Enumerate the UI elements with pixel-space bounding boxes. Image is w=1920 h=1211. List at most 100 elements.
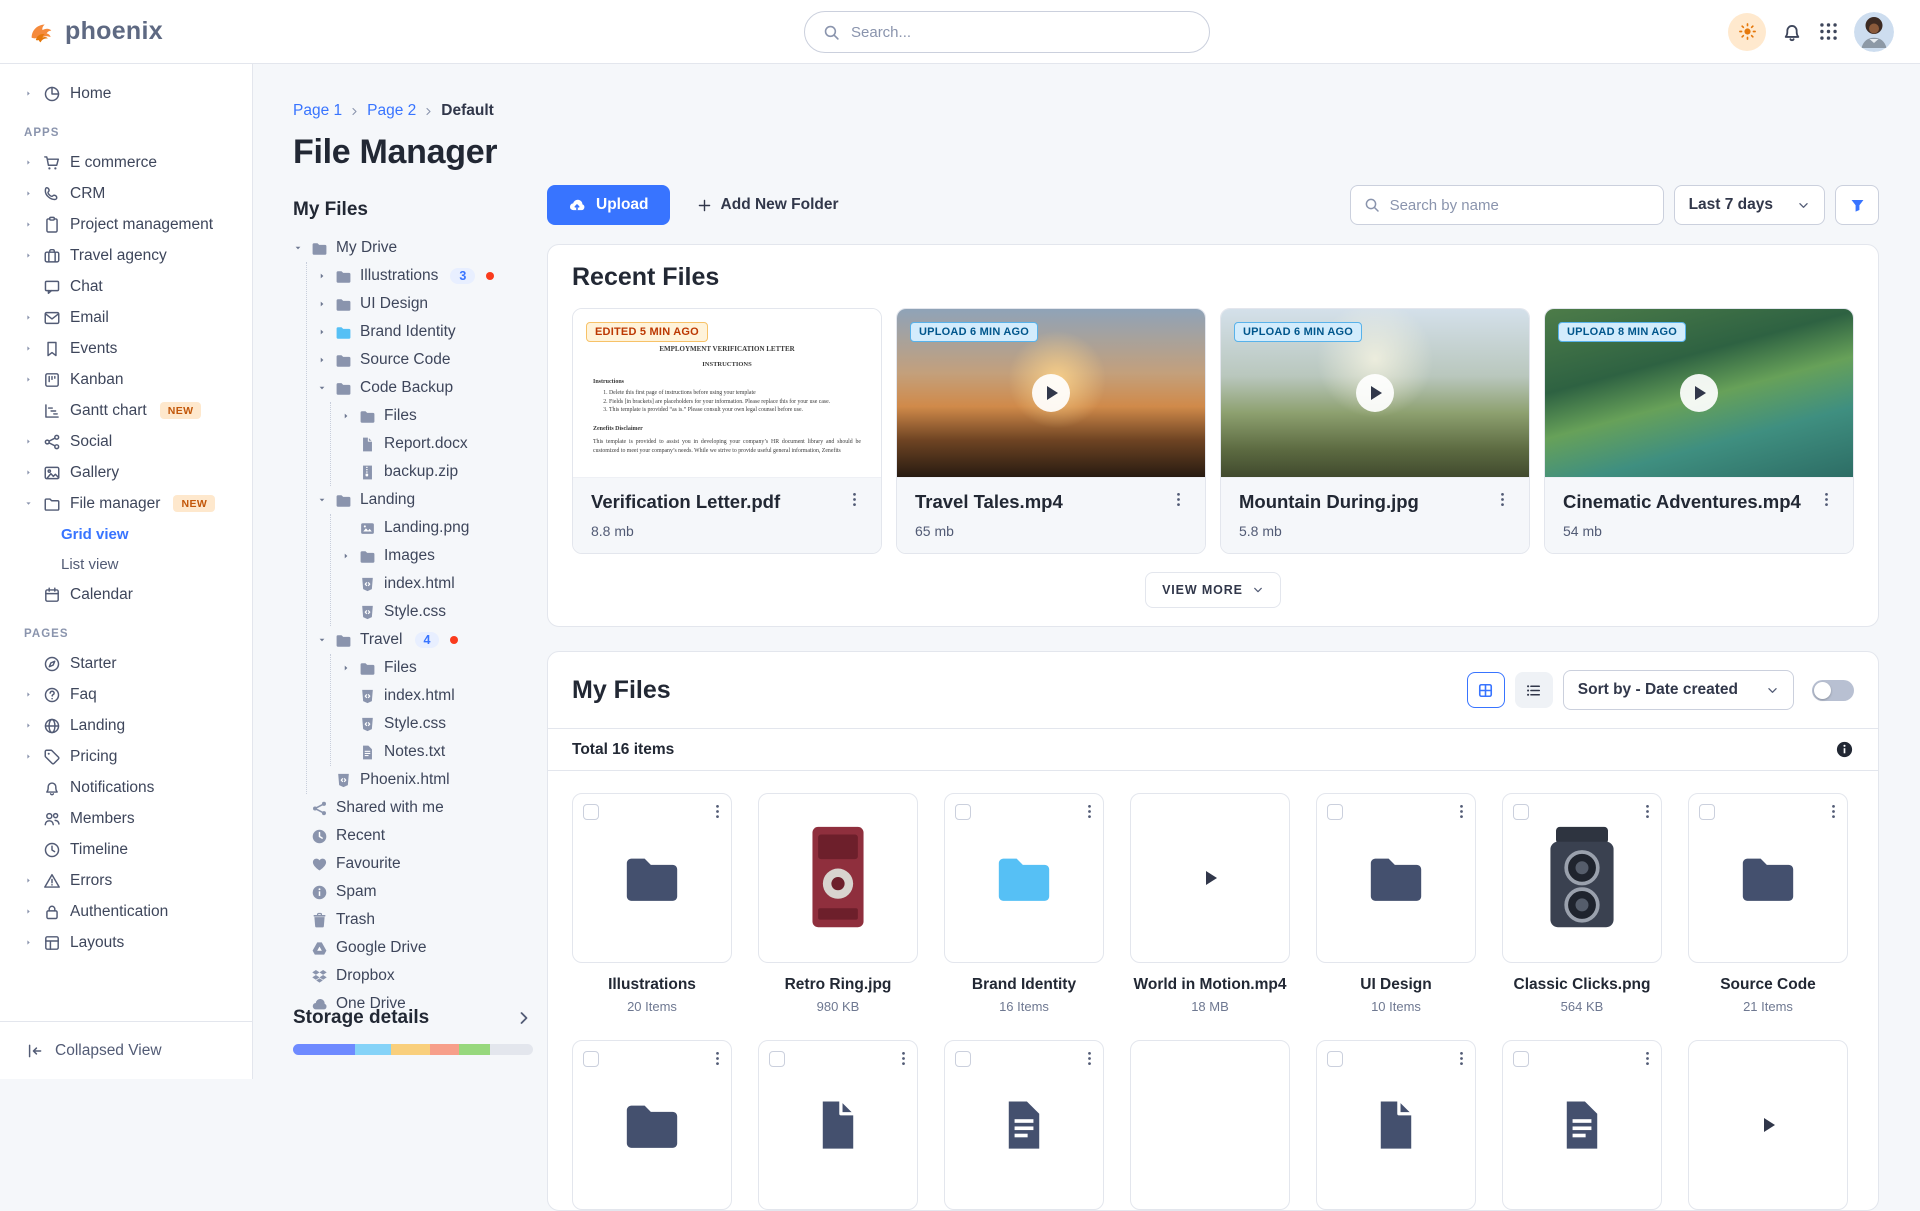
sidebar-subitem-list-view[interactable]: List view bbox=[12, 549, 244, 579]
tree-item-travel[interactable]: Travel 4 bbox=[317, 626, 547, 654]
checkbox[interactable] bbox=[1327, 804, 1343, 820]
sort-dropdown[interactable]: Sort by - Date created bbox=[1563, 670, 1794, 710]
tree-item-source-code[interactable]: Source Code bbox=[317, 346, 547, 374]
file-card[interactable] bbox=[1502, 1040, 1662, 1210]
tree-item-index-html[interactable]: index.html bbox=[341, 570, 547, 598]
tree-item-notes-txt[interactable]: Notes.txt bbox=[341, 738, 547, 766]
tree-item-backup-zip[interactable]: backup.zip bbox=[341, 458, 547, 486]
tree-item-report-docx[interactable]: Report.docx bbox=[341, 430, 547, 458]
file-card-brand-identity[interactable]: Brand Identity 16 Items bbox=[944, 793, 1104, 1014]
add-new-folder-button[interactable]: Add New Folder bbox=[697, 196, 839, 214]
kebab-menu-icon[interactable] bbox=[1170, 491, 1187, 508]
checkbox[interactable] bbox=[1699, 1051, 1715, 1067]
info-icon[interactable] bbox=[1835, 740, 1854, 759]
breadcrumb-page1[interactable]: Page 1 bbox=[293, 102, 342, 120]
recent-card-mountain-during[interactable]: UPLOAD 6 MIN AGO Mountain During.jpg 5.8… bbox=[1220, 308, 1530, 554]
sidebar-item-events[interactable]: Events bbox=[12, 333, 244, 364]
checkbox[interactable] bbox=[1513, 804, 1529, 820]
checkbox[interactable] bbox=[769, 804, 785, 820]
brand[interactable]: phoenix bbox=[26, 17, 252, 47]
play-icon[interactable] bbox=[1191, 859, 1229, 897]
kebab-menu-icon[interactable] bbox=[1494, 491, 1511, 508]
sidebar-item-gantt-chart[interactable]: Gantt chart NEW bbox=[12, 395, 244, 426]
play-icon[interactable] bbox=[1680, 374, 1718, 412]
sidebar-item-pricing[interactable]: Pricing bbox=[12, 741, 244, 772]
file-card-world-in-motion[interactable]: World in Motion.mp4 18 MB bbox=[1130, 793, 1290, 1014]
kebab-menu-icon[interactable] bbox=[1639, 803, 1656, 820]
sidebar-item-timeline[interactable]: Timeline bbox=[12, 834, 244, 865]
breadcrumb-page2[interactable]: Page 2 bbox=[367, 102, 416, 120]
file-card[interactable] bbox=[1688, 1040, 1848, 1210]
tree-item-trash[interactable]: Trash bbox=[293, 906, 547, 934]
tree-item-ui-design[interactable]: UI Design bbox=[317, 290, 547, 318]
sidebar-item-project-management[interactable]: Project management bbox=[12, 209, 244, 240]
checkbox[interactable] bbox=[1141, 804, 1157, 820]
file-card-source-code[interactable]: Source Code 21 Items bbox=[1688, 793, 1848, 1014]
checkbox[interactable] bbox=[955, 804, 971, 820]
tree-item-landing[interactable]: Landing bbox=[317, 486, 547, 514]
checkbox[interactable] bbox=[583, 1051, 599, 1067]
toggle-switch[interactable] bbox=[1812, 680, 1854, 701]
tree-item-files[interactable]: Files bbox=[341, 654, 547, 682]
file-card-retro-ring[interactable]: Retro Ring.jpg 980 KB bbox=[758, 793, 918, 1014]
collapsed-view-button[interactable]: Collapsed View bbox=[0, 1021, 252, 1079]
kebab-menu-icon[interactable] bbox=[1081, 803, 1098, 820]
recent-card-cinematic-adventures[interactable]: UPLOAD 8 MIN AGO Cinematic Adventures.mp… bbox=[1544, 308, 1854, 554]
kebab-menu-icon[interactable] bbox=[1453, 803, 1470, 820]
tree-item-my-drive[interactable]: My Drive bbox=[293, 234, 547, 262]
kebab-menu-icon[interactable] bbox=[1825, 1050, 1842, 1067]
file-card[interactable] bbox=[1130, 1040, 1290, 1210]
play-icon[interactable] bbox=[1356, 374, 1394, 412]
tree-item-index-html[interactable]: index.html bbox=[341, 682, 547, 710]
tree-item-favourite[interactable]: Favourite bbox=[293, 850, 547, 878]
play-icon[interactable] bbox=[1032, 374, 1070, 412]
sidebar-item-errors[interactable]: Errors bbox=[12, 865, 244, 896]
tree-item-phoenix-html[interactable]: Phoenix.html bbox=[317, 766, 547, 794]
kebab-menu-icon[interactable] bbox=[1081, 1050, 1098, 1067]
avatar[interactable] bbox=[1854, 12, 1894, 52]
sidebar-item-travel-agency[interactable]: Travel agency bbox=[12, 240, 244, 271]
sidebar-item-email[interactable]: Email bbox=[12, 302, 244, 333]
checkbox[interactable] bbox=[1513, 1051, 1529, 1067]
kebab-menu-icon[interactable] bbox=[709, 803, 726, 820]
sidebar-item-chat[interactable]: Chat bbox=[12, 271, 244, 302]
tree-item-brand-identity[interactable]: Brand Identity bbox=[317, 318, 547, 346]
kebab-menu-icon[interactable] bbox=[709, 1050, 726, 1067]
notifications-button[interactable] bbox=[1781, 21, 1803, 43]
chevron-right-icon[interactable] bbox=[515, 1009, 533, 1027]
sidebar-item-file-manager[interactable]: File manager NEW bbox=[12, 488, 244, 519]
checkbox[interactable] bbox=[583, 804, 599, 820]
kebab-menu-icon[interactable] bbox=[1639, 1050, 1656, 1067]
file-card-classic-clicks[interactable]: Classic Clicks.png 564 KB bbox=[1502, 793, 1662, 1014]
tree-item-style-css[interactable]: Style.css bbox=[341, 598, 547, 626]
kebab-menu-icon[interactable] bbox=[846, 491, 863, 508]
recent-card-verification-letter[interactable]: EMPLOYMENT VERIFICATION LETTER INSTRUCTI… bbox=[572, 308, 882, 554]
sidebar-item-social[interactable]: Social bbox=[12, 426, 244, 457]
sidebar-item-starter[interactable]: Starter bbox=[12, 648, 244, 679]
sidebar-item-ecommerce[interactable]: E commerce bbox=[12, 147, 244, 178]
tree-item-spam[interactable]: Spam bbox=[293, 878, 547, 906]
sidebar-item-gallery[interactable]: Gallery bbox=[12, 457, 244, 488]
sidebar-subitem-grid-view[interactable]: Grid view bbox=[12, 519, 244, 549]
checkbox[interactable] bbox=[769, 1051, 785, 1067]
global-search[interactable] bbox=[804, 11, 1210, 53]
grid-view-button[interactable] bbox=[1467, 672, 1505, 708]
tree-item-code-backup[interactable]: Code Backup bbox=[317, 374, 547, 402]
file-card-illustrations[interactable]: Illustrations 20 Items bbox=[572, 793, 732, 1014]
list-view-button[interactable] bbox=[1515, 672, 1553, 708]
sidebar-item-notifications[interactable]: Notifications bbox=[12, 772, 244, 803]
sidebar-item-home[interactable]: Home bbox=[12, 78, 244, 109]
search-by-name-input[interactable] bbox=[1390, 197, 1650, 214]
play-icon[interactable] bbox=[1749, 1106, 1787, 1144]
sidebar-item-faq[interactable]: Faq bbox=[12, 679, 244, 710]
file-card[interactable] bbox=[572, 1040, 732, 1210]
checkbox[interactable] bbox=[1327, 1051, 1343, 1067]
sidebar-item-members[interactable]: Members bbox=[12, 803, 244, 834]
upload-button[interactable]: Upload bbox=[547, 185, 670, 225]
apps-menu-button[interactable] bbox=[1818, 21, 1839, 42]
view-more-button[interactable]: VIEW MORE bbox=[1145, 572, 1281, 608]
checkbox[interactable] bbox=[1699, 804, 1715, 820]
kebab-menu-icon[interactable] bbox=[1453, 1050, 1470, 1067]
file-card[interactable] bbox=[1316, 1040, 1476, 1210]
kebab-menu-icon[interactable] bbox=[1825, 803, 1842, 820]
